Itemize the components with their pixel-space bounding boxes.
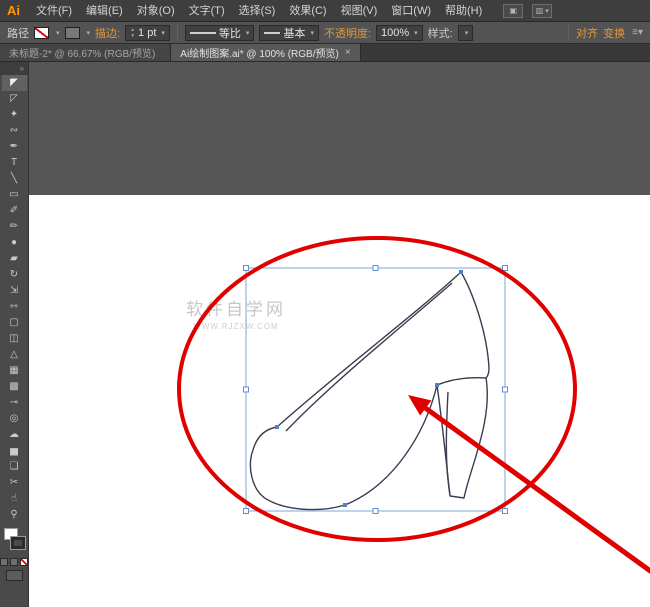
stroke-weight-field[interactable]: ▲ ▼ 1 pt ▾ <box>125 24 170 41</box>
menu-items: 文件(F) 编辑(E) 对象(O) 文字(T) 选择(S) 效果(C) 视图(V) 窗口(W)… <box>29 0 489 22</box>
tab-ai-pattern[interactable]: Ai绘制图案.ai* @ 100% (RGB/预览) × <box>171 44 361 61</box>
none-button[interactable] <box>20 558 28 566</box>
menu-view[interactable]: 视图(V) <box>334 0 385 22</box>
stroke-link[interactable]: 描边: <box>95 25 120 41</box>
blob-brush-tool[interactable]: ● <box>2 235 27 251</box>
screen-mode-button[interactable] <box>5 570 23 581</box>
app-logo: Ai <box>7 3 20 18</box>
perspective-grid-tool[interactable]: △ <box>2 347 27 363</box>
magic-wand-tool[interactable]: ✦ <box>2 107 27 123</box>
rotate-tool[interactable]: ↻ <box>2 267 27 283</box>
pasteboard[interactable] <box>29 62 650 195</box>
symbol-sprayer-tool[interactable]: ☁ <box>2 427 27 443</box>
eraser-tool[interactable]: ▰ <box>2 251 27 267</box>
type-tool[interactable]: T <box>2 155 27 171</box>
menu-type[interactable]: 文字(T) <box>182 0 232 22</box>
menu-edit[interactable]: 编辑(E) <box>79 0 130 22</box>
pen-tool[interactable]: ✒ <box>2 139 27 155</box>
stroke-color-swatch[interactable] <box>64 26 80 39</box>
arrange-documents-icon[interactable]: ▣ <box>503 3 524 18</box>
separator <box>176 24 178 41</box>
shape-builder-tool[interactable]: ◫ <box>2 331 27 347</box>
align-link[interactable]: 对齐 <box>576 25 598 41</box>
direct-selection-tool[interactable]: ◸ <box>2 91 27 107</box>
context-label: 路径 <box>7 27 29 40</box>
width-tool[interactable]: ⇿ <box>2 299 27 315</box>
selection-tool[interactable]: ◤ <box>1 75 27 91</box>
tab-close-icon[interactable]: × <box>345 47 351 58</box>
control-bar: 路径 ▾ ▾ 描边: ▲ ▼ 1 pt ▾ 等比 ▾ 基本 ▾ 不透明度: 100… <box>0 22 650 44</box>
pencil-tool[interactable]: ✏ <box>2 219 27 235</box>
menu-window[interactable]: 窗口(W) <box>384 0 438 22</box>
stroke-weight-stepper[interactable]: ▲ ▼ <box>130 27 135 39</box>
panel-menu-icon[interactable]: ≡▾ <box>632 27 643 38</box>
free-transform-tool[interactable]: ▢ <box>2 315 27 331</box>
tools-panel: » ◤ ◸ ✦ ∾ ✒ T ╲ ▭ ✐ ✏ ● ▰ ↻ ⇲ ⇿ ▢ ◫ △ ▦ ▩ ⊸ ◎ ☁ ▅ ❏ ✂ ☝ ⚲ <box>0 62 29 607</box>
artboard[interactable] <box>29 62 650 607</box>
workspace-switcher-icon[interactable]: ▥ ▾ <box>532 3 553 18</box>
width-profile-dropdown[interactable]: 等比 ▾ <box>184 24 255 41</box>
eyedropper-tool[interactable]: ⊸ <box>2 395 27 411</box>
tool-list: ◤ ◸ ✦ ∾ ✒ T ╲ ▭ ✐ ✏ ● ▰ ↻ ⇲ ⇿ ▢ ◫ △ ▦ ▩ ⊸ ◎ ☁ ▅ ❏ ✂ ☝ ⚲ <box>1 75 27 523</box>
stroke-dropdown-icon[interactable]: ▾ <box>87 29 91 37</box>
menu-file[interactable]: 文件(F) <box>29 0 79 22</box>
rectangle-tool[interactable]: ▭ <box>2 187 27 203</box>
color-button[interactable] <box>0 558 8 566</box>
scale-tool[interactable]: ⇲ <box>2 283 27 299</box>
opacity-link[interactable]: 不透明度: <box>324 25 371 41</box>
menu-effect[interactable]: 效果(C) <box>282 0 333 22</box>
artboard-tool[interactable]: ❏ <box>2 459 27 475</box>
opacity-dropdown[interactable]: 100% ▾ <box>376 24 423 41</box>
paintbrush-tool[interactable]: ✐ <box>2 203 27 219</box>
stroke-swatch[interactable] <box>9 536 26 550</box>
column-graph-tool[interactable]: ▅ <box>2 443 27 459</box>
zoom-tool[interactable]: ⚲ <box>2 507 27 523</box>
menubar-right-icons: ▣ ▥ ▾ <box>503 3 553 18</box>
menu-bar: Ai 文件(F) 编辑(E) 对象(O) 文字(T) 选择(S) 效果(C) 视图(V) 窗口… <box>0 0 650 22</box>
brush-definition-dropdown[interactable]: 基本 ▾ <box>259 24 319 41</box>
document-tab-bar: 未标题-2* @ 66.67% (RGB/预览) Ai绘制图案.ai* @ 10… <box>0 44 650 62</box>
line-segment-tool[interactable]: ╲ <box>2 171 27 187</box>
slice-tool[interactable]: ✂ <box>2 475 27 491</box>
color-mode-buttons <box>0 558 28 566</box>
gradient-tool[interactable]: ▩ <box>2 379 27 395</box>
brush-line-icon <box>264 31 281 34</box>
menu-object[interactable]: 对象(O) <box>130 0 182 22</box>
menu-help[interactable]: 帮助(H) <box>438 0 489 22</box>
gradient-button[interactable] <box>10 558 18 566</box>
style-label: 样式: <box>427 27 453 40</box>
illustrator-window: { "menubar": { "logo": "Ai", "items": [ … <box>0 0 650 607</box>
profile-line-icon <box>189 31 216 34</box>
fill-color-swatch[interactable] <box>34 26 49 39</box>
fill-stroke-swatches[interactable] <box>2 528 27 555</box>
menu-select[interactable]: 选择(S) <box>232 0 283 22</box>
style-dropdown[interactable]: ▾ <box>457 24 474 41</box>
hand-tool[interactable]: ☝ <box>2 491 27 507</box>
mesh-tool[interactable]: ▦ <box>2 363 27 379</box>
fill-dropdown-icon[interactable]: ▾ <box>56 29 60 37</box>
tools-collapse-icon[interactable]: » <box>0 62 28 75</box>
tab-untitled-2[interactable]: 未标题-2* @ 66.67% (RGB/预览) <box>0 44 172 61</box>
separator <box>568 24 570 41</box>
transform-link[interactable]: 变换 <box>603 25 625 41</box>
lasso-tool[interactable]: ∾ <box>2 123 27 139</box>
blend-tool[interactable]: ◎ <box>2 411 27 427</box>
